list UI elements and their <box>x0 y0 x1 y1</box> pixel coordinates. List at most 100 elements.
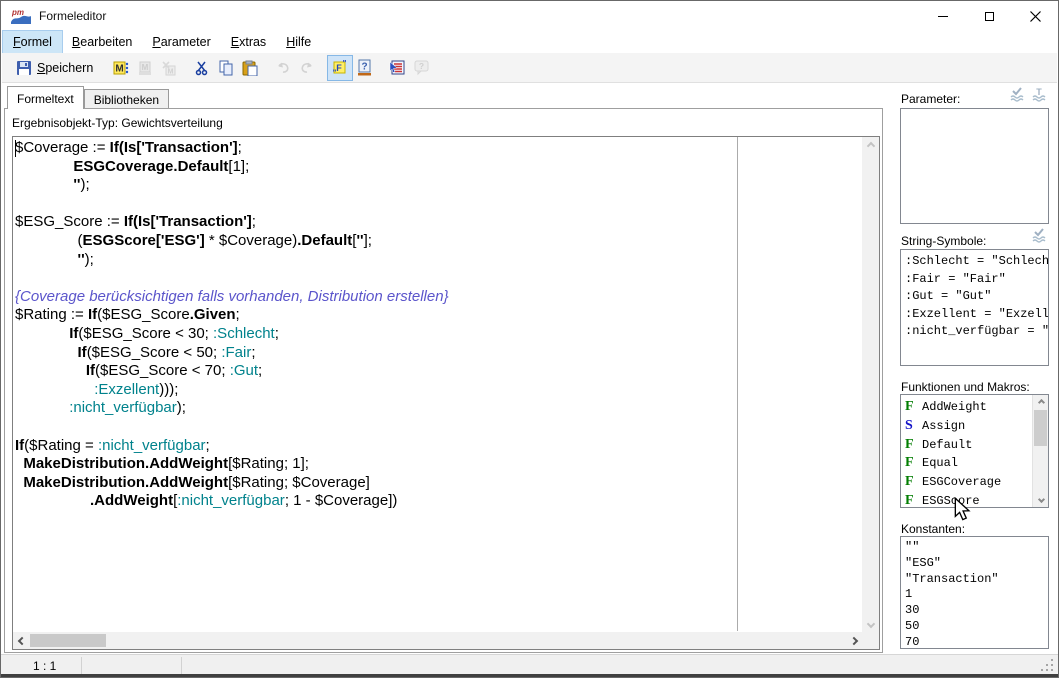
window-bottom-edge <box>1 674 1058 677</box>
tab-formeltext[interactable]: Formeltext <box>7 86 84 109</box>
constant-item[interactable]: 1 <box>905 587 1048 603</box>
edit-macro-icon: M <box>137 60 153 76</box>
svg-text:M: M <box>168 68 174 75</box>
string-symbol-item[interactable]: :nicht_verfügbar = "nicht verfügbar" <box>905 323 1048 341</box>
mouse-cursor <box>953 497 971 521</box>
svg-text:": " <box>333 68 337 77</box>
insert-parameter-text-icon[interactable]: T <box>1031 87 1048 102</box>
code-line: $ESG_Score := If(Is['Transaction']; <box>15 213 861 232</box>
function-item-equal[interactable]: FEqual <box>905 454 1031 473</box>
check-formula-icon: ? <box>356 59 373 76</box>
code-line: If($Rating = :nicht_verfügbar; <box>15 437 861 456</box>
string-symbol-item[interactable]: :Gut = "Gut" <box>905 288 1048 306</box>
editor-horizontal-scrollbar[interactable] <box>13 632 862 649</box>
save-button-label: Speichern <box>37 61 93 75</box>
parameter-listbox[interactable] <box>900 108 1049 224</box>
code-line: $Coverage := If(Is['Transaction']; <box>15 139 861 158</box>
function-item-addweight[interactable]: FAddWeight <box>905 398 1031 417</box>
save-button[interactable]: Speichern <box>14 56 95 80</box>
edit-macro-button[interactable]: M <box>133 56 157 80</box>
function-badge-icon: F <box>905 399 915 415</box>
insert-parameter-check-icon[interactable] <box>1009 87 1026 102</box>
paste-button[interactable] <box>238 56 262 80</box>
menu-item-parameter[interactable]: Parameter <box>142 31 220 53</box>
function-item-esgcoverage[interactable]: F ESGCoverage <box>905 473 1031 492</box>
check-formula-button[interactable]: ? <box>352 56 376 80</box>
constant-item[interactable]: "Transaction" <box>905 572 1048 588</box>
formula-editor[interactable]: $Coverage := If(Is['Transaction']; ESGCo… <box>12 136 880 650</box>
formula-code[interactable]: $Coverage := If(Is['Transaction']; ESGCo… <box>15 139 861 630</box>
formeltext-tabpage: Ergebnisobjekt-Typ: Gewichtsverteilung $… <box>4 108 883 653</box>
chevron-up-icon <box>866 141 874 149</box>
function-badge-icon: F <box>905 455 915 471</box>
insert-macro-button[interactable]: M <box>109 56 133 80</box>
window-title: Formeleditor <box>39 9 106 23</box>
delete-macro-button[interactable]: M <box>157 56 181 80</box>
code-line: $Rating := If($ESG_Score.Given; <box>15 306 861 325</box>
function-badge-icon: F <box>905 474 915 490</box>
tab-bibliotheken[interactable]: Bibliotheken <box>84 89 169 109</box>
redo-button[interactable] <box>295 56 319 80</box>
undo-button[interactable] <box>271 56 295 80</box>
editor-vertical-scrollbar[interactable] <box>862 137 879 632</box>
svg-text:F: F <box>337 63 343 73</box>
functions-scroll-up[interactable] <box>1033 395 1049 410</box>
constant-item[interactable]: 50 <box>905 619 1048 635</box>
horizontal-scroll-thumb[interactable] <box>30 634 106 647</box>
margin-line <box>737 137 738 631</box>
menu-item-bearbeiten[interactable]: Bearbeiten <box>62 31 142 53</box>
functions-scroll-thumb[interactable] <box>1034 410 1047 446</box>
constant-item[interactable]: 30 <box>905 603 1048 619</box>
function-item-default[interactable]: FDefault <box>905 435 1031 454</box>
code-line: {Coverage berücksichtigen falls vorhande… <box>15 288 861 307</box>
chevron-down-icon <box>1037 496 1044 503</box>
cut-button[interactable] <box>190 56 214 80</box>
chevron-down-icon <box>866 619 874 627</box>
function-item-assign[interactable]: SAssign <box>905 417 1031 436</box>
constant-item[interactable]: "" <box>905 540 1048 556</box>
string-symbol-item[interactable]: :Fair = "Fair" <box>905 271 1048 289</box>
toolbar: Speichern M M M <box>2 53 1057 83</box>
string-symbols-listbox[interactable]: :Schlecht = "Schlecht":Fair = "Fair":Gut… <box>900 249 1049 366</box>
constants-label: Konstanten: <box>901 522 965 536</box>
function-name: ESGCoverage <box>922 475 1001 489</box>
menu-item-extras[interactable]: Extras <box>221 31 276 53</box>
copy-button[interactable] <box>214 56 238 80</box>
scissors-icon <box>194 60 210 76</box>
string-symbol-item[interactable]: :Schlecht = "Schlecht" <box>905 253 1048 271</box>
menu-item-formel[interactable]: Formel <box>3 31 62 53</box>
scroll-down-arrow[interactable] <box>862 615 879 632</box>
parameter-header-icons: T <box>1009 87 1048 102</box>
functions-scrollbar[interactable] <box>1032 395 1048 507</box>
constant-item[interactable]: 70 <box>905 635 1048 649</box>
menu-item-hilfe[interactable]: Hilfe <box>276 31 321 53</box>
constant-item[interactable]: "ESG" <box>905 556 1048 572</box>
chevron-left-icon <box>17 636 25 644</box>
scroll-right-arrow[interactable] <box>845 632 862 649</box>
delete-macro-icon: M <box>161 60 177 76</box>
code-line <box>15 418 861 437</box>
svg-text:M: M <box>116 63 124 74</box>
context-help-button[interactable]: ? <box>409 56 433 80</box>
constants-listbox[interactable]: """ESG""Transaction"1305070 <box>900 536 1049 649</box>
redo-icon <box>299 60 315 76</box>
functions-scroll-down[interactable] <box>1033 492 1049 507</box>
formeleditor-window: pm Formeleditor FormelBearbeitenParamete… <box>0 0 1059 678</box>
parameter-label: Parameter: <box>901 92 960 106</box>
scroll-up-arrow[interactable] <box>862 137 879 154</box>
string-symbol-item[interactable]: :Exzellent = "Exzellent" <box>905 306 1048 324</box>
functions-listbox[interactable]: FAddWeightSAssignFDefaultFEqualFESGCover… <box>900 394 1049 508</box>
open-library-button[interactable] <box>385 56 409 80</box>
code-line: ''); <box>15 251 861 270</box>
chevron-up-icon <box>1037 399 1044 406</box>
insert-macro-icon: M <box>113 60 129 76</box>
status-separator <box>81 657 82 674</box>
assign-badge-icon: S <box>905 418 915 434</box>
code-line: :nicht_verfügbar); <box>15 399 861 418</box>
scroll-left-arrow[interactable] <box>13 632 30 649</box>
text-caret <box>15 140 16 157</box>
status-separator <box>181 657 182 674</box>
insert-string-symbol-icon[interactable] <box>1031 228 1048 243</box>
insert-string-symbol-button[interactable]: F " " <box>328 56 352 80</box>
string-symbols-label: String-Symbole: <box>901 234 986 248</box>
